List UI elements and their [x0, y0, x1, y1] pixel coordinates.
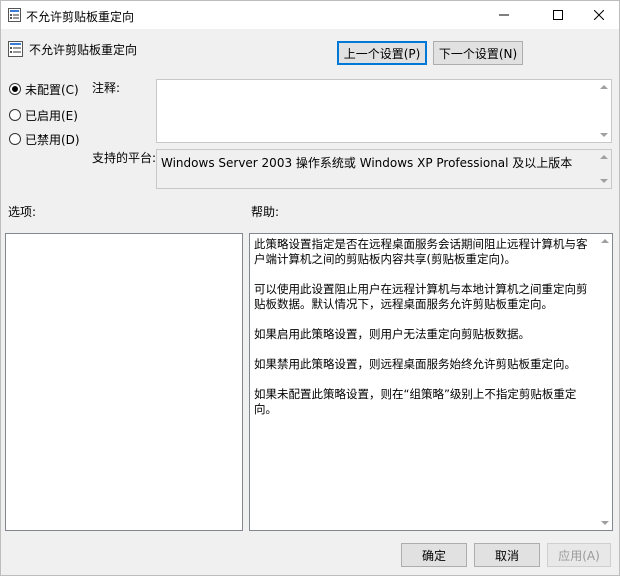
platform-field: Windows Server 2003 操作系统或 Windows XP Pro… [156, 149, 612, 189]
comment-label: 注释: [92, 81, 121, 95]
ok-button[interactable]: 确定 [401, 543, 467, 567]
policy-dialog: 不允许剪贴板重定向 不允许剪贴板重定向 上一个设置(P) 下一个设置(N) 未配… [0, 0, 620, 576]
radio-label: 未配置(C) [25, 82, 79, 97]
previous-setting-button[interactable]: 上一个设置(P) [337, 41, 427, 65]
radio-circle [9, 133, 21, 145]
minimize-icon [499, 14, 509, 16]
radio-circle [9, 109, 21, 121]
platform-scrollbar[interactable] [597, 150, 611, 188]
comment-textarea[interactable] [156, 79, 612, 143]
scroll-down-icon[interactable] [600, 179, 608, 183]
close-icon [594, 10, 604, 20]
next-setting-button[interactable]: 下一个设置(N) [433, 41, 523, 65]
radio-circle [9, 83, 21, 95]
comment-scrollbar[interactable] [597, 80, 611, 142]
options-label: 选项: [8, 205, 37, 219]
radio-disabled[interactable]: 已禁用(D) [9, 131, 80, 147]
maximize-icon [553, 10, 563, 20]
scroll-up-icon[interactable] [600, 85, 608, 89]
help-scrollbar[interactable] [598, 234, 612, 530]
radio-enabled[interactable]: 已启用(E) [9, 107, 78, 123]
title-bar: 不允许剪贴板重定向 [1, 1, 619, 29]
help-paragraph: 此策略设置指定是否在远程桌面服务会话期间阻止远程计算机与客户端计算机之间的剪贴板… [254, 237, 588, 266]
help-paragraph: 如果禁用此策略设置，则远程桌面服务始终允许剪贴板重定向。 [254, 357, 576, 371]
scroll-down-icon[interactable] [601, 521, 609, 525]
minimize-button[interactable] [481, 1, 527, 29]
apply-button[interactable]: 应用(A) [547, 543, 611, 567]
policy-setting-icon [8, 41, 23, 57]
radio-label: 已禁用(D) [25, 132, 80, 147]
radio-not-configured[interactable]: 未配置(C) [9, 81, 79, 97]
options-panel [5, 233, 243, 531]
scroll-up-icon[interactable] [601, 239, 609, 243]
policy-setting-icon [8, 8, 21, 22]
platform-value: Windows Server 2003 操作系统或 Windows XP Pro… [161, 156, 573, 170]
radio-label: 已启用(E) [25, 108, 78, 123]
policy-name: 不允许剪贴板重定向 [29, 43, 138, 57]
help-paragraph: 可以使用此设置阻止用户在远程计算机与本地计算机之间重定向剪贴板数据。默认情况下，… [254, 282, 588, 311]
help-paragraph: 如果未配置此策略设置，则在“组策略”级别上不指定剪贴板重定向。 [254, 387, 577, 416]
help-label: 帮助: [251, 205, 280, 219]
window-title: 不允许剪贴板重定向 [26, 10, 135, 24]
scroll-up-icon[interactable] [600, 155, 608, 159]
maximize-button[interactable] [535, 1, 581, 29]
close-button[interactable] [579, 1, 619, 29]
help-panel: 此策略设置指定是否在远程桌面服务会话期间阻止远程计算机与客户端计算机之间的剪贴板… [249, 233, 613, 531]
help-paragraph: 如果启用此策略设置，则用户无法重定向剪贴板数据。 [254, 327, 530, 341]
platform-label: 支持的平台: [92, 151, 157, 165]
cancel-button[interactable]: 取消 [474, 543, 540, 567]
scroll-down-icon[interactable] [600, 133, 608, 137]
